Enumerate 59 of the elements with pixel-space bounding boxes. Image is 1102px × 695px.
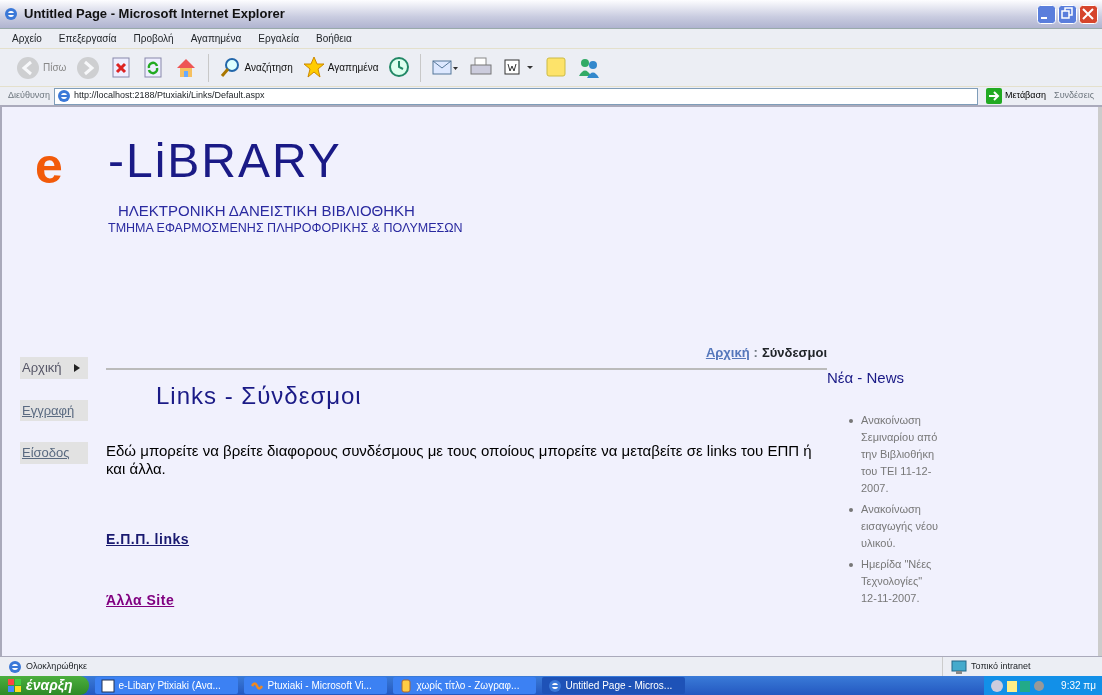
clock: 9:32 πμ — [1061, 679, 1096, 693]
start-button[interactable]: έναρξη — [0, 676, 89, 695]
bullet-icon — [849, 562, 853, 567]
document-icon — [100, 678, 115, 693]
browser-icon — [56, 89, 71, 103]
network-icon — [951, 659, 967, 674]
browser-icon — [547, 678, 562, 693]
menu-item[interactable]: Επεξεργασία — [56, 30, 119, 47]
security-zone: Τοπικό intranet — [971, 659, 1031, 673]
page-heading: Links - Σύνδεσμοι — [156, 380, 363, 411]
breadcrumb-separator: : — [752, 345, 759, 360]
taskbar-button[interactable]: Ptuxiaki - Microsoft Vi... — [243, 677, 387, 694]
minimize-button[interactable] — [1037, 4, 1056, 24]
paint-icon — [398, 678, 413, 693]
menu-item[interactable]: Βοήθεια — [313, 30, 354, 47]
go-button[interactable]: Μετάβαση — [982, 88, 1051, 104]
news-title: Νέα - News — [827, 368, 906, 388]
news-item[interactable]: Ημερίδα "Νέες Τεχνολογίες" 12-11-2007. — [861, 555, 939, 607]
status-text: Ολοκληρώθηκε — [26, 659, 88, 673]
windows-flag-icon — [8, 678, 22, 693]
bullet-icon — [849, 418, 853, 423]
favorites-button[interactable]: Αγαπημένα — [300, 53, 381, 82]
stop-icon — [110, 55, 133, 80]
taskbar-button[interactable]: χωρίς τίτλο - Ζωγραφ... — [392, 677, 536, 694]
window-title: Untitled Page - Microsoft Internet Explorer — [24, 5, 285, 24]
note-icon — [545, 55, 568, 80]
bullet-icon — [849, 507, 853, 512]
taskbar-button[interactable]: e-Libary Ptixiaki (Ανα... — [94, 677, 238, 694]
star-icon — [302, 55, 325, 80]
side-menu-item[interactable]: Εγγραφή — [20, 399, 88, 421]
browser-icon — [4, 7, 18, 21]
department-name: ΤΜΗΜΑ ΕΦΑΡΜΟΣΜΕΝΗΣ ΠΛΗΡΟΦΟΡΙΚΗΣ & ΠΟΛΥΜΕΣΩΝ — [108, 220, 463, 237]
menu-item[interactable]: Αγαπημένα — [188, 30, 244, 47]
site-subtitle: ΗΛΕΚΤΡΟΝΙΚΗ ΔΑΝΕΙΣΤΙΚΗ ΒΙΒΛΙΟΘΗΚΗ — [118, 201, 415, 221]
close-button[interactable] — [1079, 4, 1098, 24]
refresh-icon — [142, 55, 165, 80]
taskbar-button[interactable]: Untitled Page - Micros... — [541, 677, 685, 694]
restore-button[interactable] — [1058, 4, 1077, 24]
news-item[interactable]: Ανακοίνωση εισαγωγής νέου υλικού. — [861, 500, 939, 552]
logo-letter: e — [35, 141, 63, 191]
menu-item[interactable]: Εργαλεία — [256, 30, 301, 47]
side-menu-item[interactable]: Είσοδος — [20, 442, 88, 464]
browser-icon — [8, 659, 22, 674]
news-item[interactable]: Ανακοίνωση Σεμιναρίου από την Βιβλιοθήκη του ΤΕΙ 11-12-2007. — [861, 411, 939, 497]
arrow-icon — [986, 88, 1002, 104]
links-label[interactable]: Συνδέσεις — [1054, 89, 1102, 103]
breadcrumb-link[interactable]: Αρχική — [705, 345, 750, 360]
menu-item[interactable]: Αρχείο — [10, 30, 44, 47]
link[interactable]: Ε.Π.Π. links — [106, 529, 827, 550]
search-icon — [219, 55, 242, 80]
intro-paragraph: Εδώ μπορείτε να βρείτε διαφορους συνδέσμους με τους οποίους μπορείτε να μεταβείτε σε links του ΕΠΠ ή και άλλα. — [106, 441, 813, 479]
link[interactable]: Άλλα Site — [106, 590, 827, 611]
side-menu-item[interactable]: Αρχική — [20, 357, 88, 379]
logo-text: -LiBRARY — [108, 137, 342, 185]
breadcrumb-current: Σύνδεσμοι — [761, 345, 827, 360]
search-button[interactable]: Αναζήτηση — [217, 53, 295, 82]
address-label: Διεύθυνση — [8, 89, 50, 103]
address-field[interactable]: http://localhost:2188/Ptuxiaki/Links/Default.aspx — [53, 87, 978, 105]
menu-item[interactable]: Προβολή — [131, 30, 176, 47]
